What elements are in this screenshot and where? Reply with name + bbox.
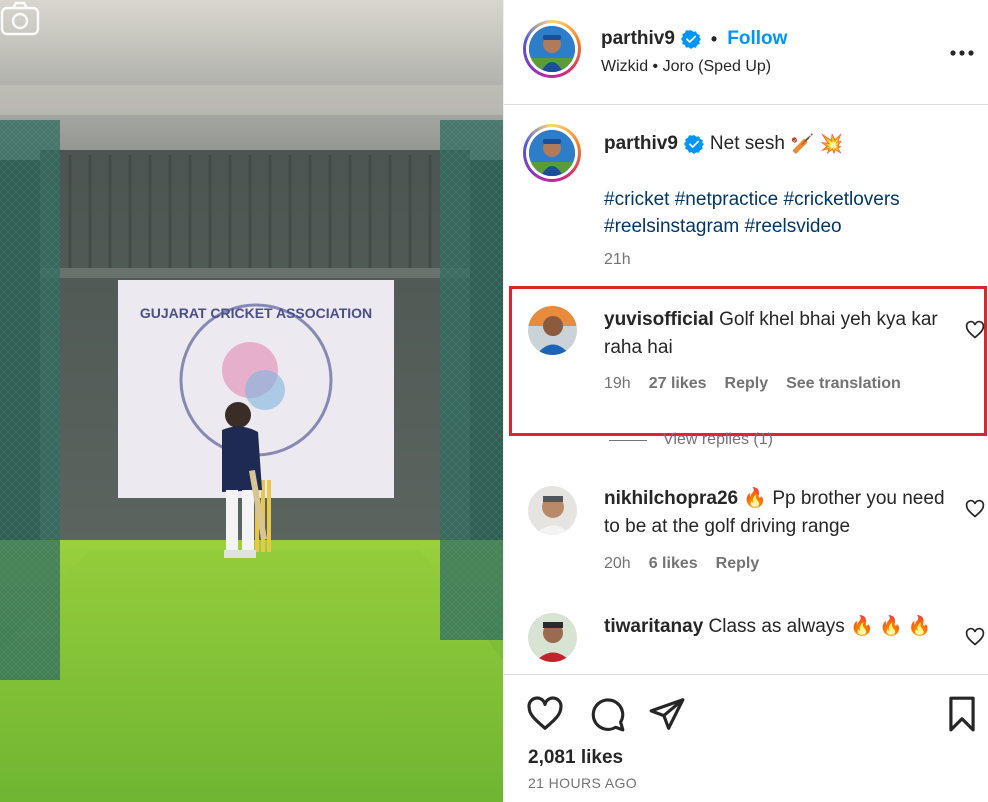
comment-body: nikhilchopra26 🔥 Pp brother you need to … [604, 485, 954, 541]
audio-track-link[interactable]: Wizkid • Joro (Sped Up) [601, 58, 771, 76]
author-avatar[interactable] [523, 20, 581, 78]
comment-meta: 20h 6 likes Reply [604, 555, 759, 573]
comment-body: tiwaritanay Class as always 🔥 🔥 🔥 [604, 613, 954, 641]
see-translation-button[interactable]: See translation [786, 375, 901, 393]
reply-button[interactable]: Reply [725, 375, 769, 393]
caption-username[interactable]: parthiv9 [604, 133, 678, 155]
post-actions: 2,081 likes 21 HOURS AGO [504, 674, 988, 802]
video-player[interactable]: GUJARAT CRICKET ASSOCIATION [0, 0, 503, 802]
caption-timestamp: 21h [604, 251, 631, 268]
comment-meta: 19h 27 likes Reply See translation [604, 375, 901, 393]
caption-avatar-image [529, 130, 575, 176]
separator-dot: • [710, 28, 718, 49]
camera-icon[interactable] [0, 0, 40, 36]
verified-badge-icon [683, 135, 704, 154]
like-heart-icon[interactable] [526, 695, 564, 733]
caption-text: Net sesh [709, 133, 785, 154]
reply-button[interactable]: Reply [716, 555, 760, 573]
post-timestamp[interactable]: 21 HOURS AGO [528, 775, 637, 791]
comments-list[interactable]: parthiv9 Net sesh 🏏 💥 #cricket #netpract… [504, 106, 988, 674]
commenter-avatar[interactable] [528, 306, 577, 355]
comment-text: Class as always 🔥 🔥 🔥 [708, 616, 932, 637]
view-replies-button[interactable]: View replies (1) [609, 431, 773, 449]
commenter-avatar-image [528, 306, 577, 355]
caption-hashtags[interactable]: #cricket #netpractice #cricketlovers #re… [604, 186, 964, 240]
commenter-avatar[interactable] [528, 613, 577, 662]
author-username[interactable]: parthiv9 [601, 28, 675, 50]
share-send-icon[interactable] [648, 695, 686, 733]
view-replies-line [609, 439, 647, 441]
post-likes-count[interactable]: 2,081 likes [528, 747, 623, 769]
post-header: parthiv9 • Follow Wizkid • Joro (Sped Up… [504, 0, 988, 105]
comment-like-heart-icon[interactable] [965, 627, 985, 647]
comment-time: 19h [604, 375, 631, 392]
comment-body: yuvisofficial Golf khel bhai yeh kya kar… [604, 306, 954, 362]
commenter-avatar[interactable] [528, 486, 577, 535]
author-avatar-image [529, 26, 575, 72]
caption-line: parthiv9 Net sesh 🏏 💥 [604, 132, 844, 156]
caption-emoji: 🏏 💥 [790, 134, 844, 155]
commenter-avatar-image [528, 486, 577, 535]
save-bookmark-icon[interactable] [943, 695, 981, 733]
comment-likes[interactable]: 6 likes [649, 555, 698, 573]
view-replies-label: View replies (1) [663, 431, 773, 448]
comment-likes[interactable]: 27 likes [649, 375, 707, 393]
caption-author-avatar[interactable] [523, 124, 581, 182]
commenter-avatar-image [528, 613, 577, 662]
post-details-pane: parthiv9 • Follow Wizkid • Joro (Sped Up… [503, 0, 988, 802]
header-user-row: parthiv9 • Follow [601, 28, 787, 50]
comment-username[interactable]: tiwaritanay [604, 616, 703, 637]
comment-bubble-icon[interactable] [588, 695, 626, 733]
verified-badge-icon [680, 30, 701, 49]
more-options-icon[interactable] [947, 38, 977, 68]
video-frame: GUJARAT CRICKET ASSOCIATION [0, 0, 503, 802]
comment-username[interactable]: yuvisofficial [604, 309, 714, 330]
comment-like-heart-icon[interactable] [965, 499, 985, 519]
comment-time: 20h [604, 555, 631, 572]
follow-button[interactable]: Follow [727, 28, 787, 50]
comment-username[interactable]: nikhilchopra26 [604, 488, 738, 509]
comment-like-heart-icon[interactable] [965, 320, 985, 340]
banner-text: GUJARAT CRICKET ASSOCIATION [140, 305, 372, 321]
